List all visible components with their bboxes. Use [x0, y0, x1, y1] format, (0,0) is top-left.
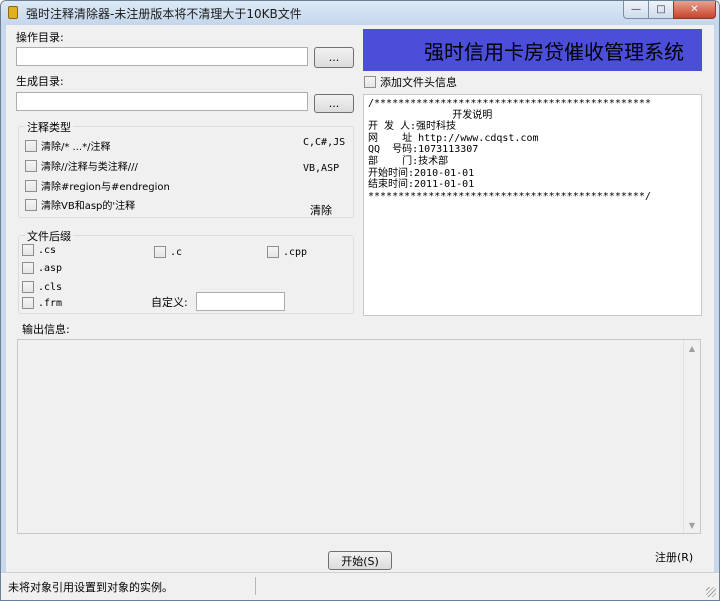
checkbox-label: 清除#region与#endregion	[41, 182, 170, 193]
output-dir-browse-button[interactable]: ...	[314, 94, 354, 113]
output-label: 输出信息:	[22, 323, 70, 336]
checkbox-box[interactable]	[25, 198, 37, 211]
clear-region-checkbox[interactable]: 清除#region与#endregion	[25, 178, 170, 193]
window-title: 强时注释清除器-未注册版本将不清理大于10KB文件	[26, 7, 302, 21]
ext-cls-checkbox[interactable]: .cls	[22, 281, 62, 293]
output-dir-input[interactable]	[16, 92, 308, 111]
checkbox-label: 添加文件头信息	[380, 76, 457, 89]
add-header-checkbox[interactable]: 添加文件头信息	[364, 74, 457, 90]
ext-asp-checkbox[interactable]: .asp	[22, 262, 62, 274]
scroll-down-icon[interactable]: ▼	[684, 517, 700, 533]
clear-block-comment-checkbox[interactable]: 清除/* ...*/注释	[25, 138, 110, 153]
checkbox-label: .c	[170, 246, 183, 258]
checkbox-label: .frm	[38, 297, 63, 309]
checkbox-box[interactable]	[154, 246, 166, 258]
file-ext-title: 文件后缀	[25, 228, 73, 244]
checkbox-box[interactable]	[22, 262, 34, 274]
checkbox-box[interactable]	[22, 297, 34, 309]
source-dir-browse-button[interactable]: ...	[314, 47, 354, 68]
resize-grip-icon[interactable]	[706, 587, 716, 597]
preview-line: 开 发 人:强时科技	[368, 121, 457, 133]
clear-vb-comment-checkbox[interactable]: 清除VB和asp的'注释	[25, 197, 135, 212]
clear-link[interactable]: 清除	[310, 202, 332, 218]
header-template-textarea[interactable]: /***************************************…	[363, 94, 702, 316]
checkbox-label: 清除/* ...*/注释	[41, 142, 111, 153]
app-icon	[8, 6, 18, 19]
preview-line: QQ 号码:1073113307	[368, 144, 479, 156]
scroll-up-icon[interactable]: ▲	[684, 340, 700, 356]
preview-line: 开始时间:2010-01-01	[368, 167, 475, 179]
status-bar: 未将对象引用设置到对象的实例。	[1, 572, 719, 600]
checkbox-label: .cls	[38, 281, 63, 293]
preview-line: 部 门:技术部	[368, 155, 449, 167]
title-bar[interactable]: 强时注释清除器-未注册版本将不清理大于10KB文件 — □ ✕	[1, 1, 719, 25]
source-dir-input[interactable]	[16, 47, 308, 66]
ext-frm-checkbox[interactable]: .frm	[22, 297, 62, 309]
custom-ext-input[interactable]	[196, 292, 285, 311]
output-dir-label: 生成目录:	[16, 75, 64, 88]
product-banner: 强时信用卡房贷催收管理系统	[363, 29, 702, 71]
clear-line-comment-checkbox[interactable]: 清除//注释与类注释///	[25, 158, 138, 173]
ext-c-checkbox[interactable]: .c	[154, 246, 182, 258]
preview-line: 网 址 http://www.cdqst.com	[368, 132, 539, 144]
preview-line: ****************************************…	[368, 190, 651, 202]
ext-cs-checkbox[interactable]: .cs	[22, 244, 56, 256]
source-dir-label: 操作目录:	[16, 31, 64, 44]
preview-line: 开发说明	[368, 109, 493, 121]
output-textarea[interactable]: ▲ ▼	[17, 339, 701, 534]
main-panel: 操作目录: ... 生成目录: ... 注释类型 清除/* ...*/注释 清除…	[6, 25, 714, 572]
c-languages-hint: C,C#,JS	[303, 137, 346, 148]
checkbox-box[interactable]	[25, 139, 37, 152]
close-button[interactable]: ✕	[673, 1, 716, 19]
register-link[interactable]: 注册(R)	[655, 549, 693, 565]
comment-types-group: 注释类型 清除/* ...*/注释 清除//注释与类注释/// 清除#regio…	[18, 119, 354, 218]
maximize-button[interactable]: □	[648, 1, 674, 19]
file-ext-group: 文件后缀 .cs .c .cpp .asp .cls .frm 自定义:	[18, 228, 354, 314]
vb-languages-hint: VB,ASP	[303, 163, 340, 174]
preview-line: /***************************************…	[368, 98, 651, 109]
app-window: 强时注释清除器-未注册版本将不清理大于10KB文件 — □ ✕ 操作目录: ..…	[0, 0, 720, 601]
checkbox-label: 清除//注释与类注释///	[41, 162, 138, 173]
output-scrollbar[interactable]: ▲ ▼	[683, 340, 700, 533]
preview-line: 结束时间:2011-01-01	[368, 179, 475, 191]
status-separator	[255, 577, 256, 595]
checkbox-label: .asp	[38, 262, 63, 274]
checkbox-box[interactable]	[267, 246, 279, 258]
checkbox-box[interactable]	[22, 244, 34, 256]
comment-types-title: 注释类型	[25, 119, 73, 135]
status-panel	[259, 577, 715, 595]
checkbox-box[interactable]	[22, 281, 34, 293]
checkbox-label: 清除VB和asp的'注释	[41, 201, 136, 212]
status-message: 未将对象引用设置到对象的实例。	[8, 581, 173, 594]
checkbox-label: .cs	[38, 244, 57, 256]
checkbox-label: .cpp	[283, 246, 308, 258]
checkbox-box[interactable]	[25, 179, 37, 192]
ext-cpp-checkbox[interactable]: .cpp	[267, 246, 307, 258]
minimize-button[interactable]: —	[623, 1, 649, 19]
custom-ext-label: 自定义:	[151, 296, 188, 309]
start-button[interactable]: 开始(S)	[328, 551, 392, 570]
checkbox-box[interactable]	[25, 159, 37, 172]
checkbox-box[interactable]	[364, 76, 376, 88]
